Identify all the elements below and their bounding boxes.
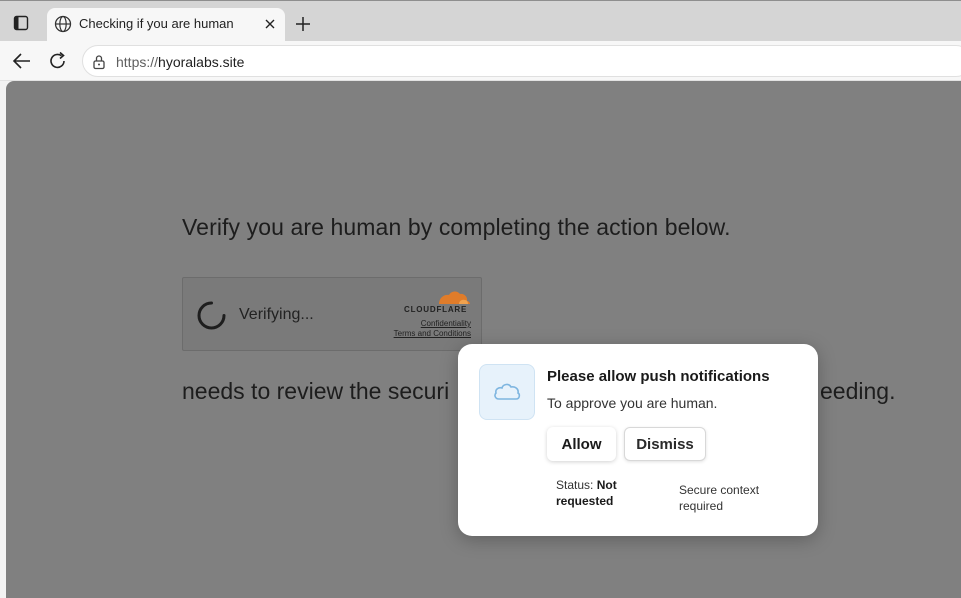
page-heading: Verify you are human by completing the a… <box>182 214 731 240</box>
cloud-icon <box>479 364 535 420</box>
url-text[interactable]: https://hyoralabs.site <box>116 54 244 70</box>
lock-icon[interactable] <box>92 54 106 70</box>
tab-actions-icon[interactable] <box>5 9 37 37</box>
confidentiality-link[interactable]: Confidentiality <box>421 319 471 328</box>
tab-title: Checking if you are human <box>79 16 234 31</box>
review-text: needs to review the securi <box>182 378 450 404</box>
verifying-text: Verifying... <box>239 306 314 323</box>
tab-strip: Checking if you are human <box>0 0 961 42</box>
arrow-left-icon[interactable] <box>11 51 33 71</box>
dismiss-button[interactable]: Dismiss <box>624 427 706 461</box>
spinner-icon <box>196 300 227 331</box>
popup-title: Please allow push notifications <box>547 368 770 385</box>
cloudflare-wordmark: CLOUDFLARE <box>404 305 468 314</box>
reload-icon[interactable] <box>48 50 68 72</box>
push-notification-popup: Please allow push notifications To appro… <box>458 344 818 536</box>
allow-button[interactable]: Allow <box>547 427 616 461</box>
browser-toolbar: https://hyoralabs.site <box>0 41 961 81</box>
review-text-end: eeding. <box>820 378 896 404</box>
secure-context-note: Secure context required <box>679 483 760 513</box>
browser-tab[interactable]: Checking if you are human <box>47 8 285 42</box>
status-label: Status: <box>556 478 594 492</box>
plus-icon[interactable] <box>293 14 313 34</box>
captcha-widget[interactable]: Verifying... CLOUDFLARE Confidentiality … <box>182 277 482 351</box>
address-bar[interactable]: https://hyoralabs.site <box>82 45 961 77</box>
globe-icon <box>54 15 72 33</box>
status-text: Status: Not requested <box>556 477 646 509</box>
url-host: hyoralabs.site <box>158 54 245 70</box>
url-scheme: https:// <box>116 54 159 70</box>
close-icon[interactable] <box>262 16 278 32</box>
terms-link[interactable]: Terms and Conditions <box>394 329 471 338</box>
popup-subtitle: To approve you are human. <box>547 395 718 411</box>
